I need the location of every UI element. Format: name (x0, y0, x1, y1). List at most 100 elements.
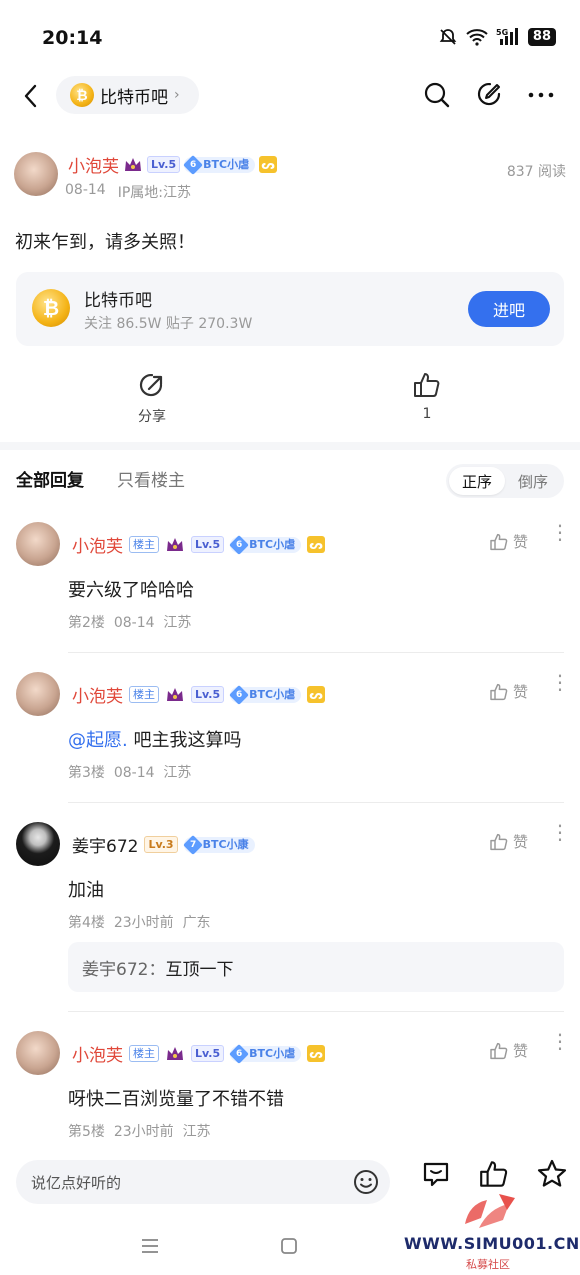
chevron-left-icon (24, 84, 37, 108)
comment-author[interactable]: 小泡芙 (72, 1041, 123, 1066)
edit-button[interactable] (474, 80, 504, 110)
title-badge: 6 BTC小虐 (229, 534, 302, 555)
comment-meta: 第2楼 08-14 江苏 (68, 615, 192, 631)
bitcoin-icon: ₿ (70, 83, 94, 107)
owner-tag: 楼主 (129, 1045, 159, 1062)
author-name[interactable]: 小泡芙 (68, 152, 119, 177)
like-button[interactable]: 1 (387, 370, 467, 422)
avatar[interactable] (16, 522, 60, 566)
share-label: 分享 (138, 409, 166, 425)
comment-author[interactable]: 小泡芙 (72, 682, 123, 707)
member-badge-icon: ᔕ (307, 686, 326, 703)
forum-pill-button[interactable]: ₿ 比特币吧 › (56, 76, 199, 114)
comment-like-button[interactable]: 赞 (489, 681, 528, 702)
more-vertical-icon[interactable]: ⋮ (550, 672, 570, 692)
emoji-icon[interactable] (352, 1168, 380, 1196)
comment-author[interactable]: 姜宇672 (72, 832, 138, 857)
comment-meta: 第3楼 08-14 江苏 (68, 765, 192, 781)
comment-input[interactable]: 说亿点好听的 (16, 1160, 390, 1204)
comment-meta: 第4楼 23小时前 广东 (68, 915, 211, 931)
svg-text:5G: 5G (496, 28, 508, 37)
search-button[interactable] (422, 80, 452, 110)
mute-bell-icon (439, 29, 457, 45)
more-vertical-icon[interactable]: ⋮ (550, 522, 570, 542)
comment-divider (68, 802, 564, 803)
menu-lines-icon[interactable] (140, 1236, 160, 1256)
tab-all-replies[interactable]: 全部回复 (16, 466, 84, 491)
join-forum-button[interactable]: 进吧 (468, 291, 550, 327)
battery-indicator: 88 (527, 28, 556, 46)
comment-text: 呀快二百浏览量了不错不错 (68, 1089, 284, 1110)
thumbs-up-icon (490, 533, 508, 550)
title-badge: 7 BTC小康 (182, 834, 255, 855)
comment-input-placeholder: 说亿点好听的 (31, 1174, 122, 1192)
sub-reply[interactable]: 姜宇672：互顶一下 (68, 942, 564, 992)
owner-tag: 楼主 (129, 536, 159, 553)
like-label: 赞 (512, 833, 528, 851)
search-icon (424, 82, 450, 108)
share-icon (139, 373, 163, 397)
sort-toggle: 正序 倒序 (446, 464, 564, 498)
like-label: 赞 (512, 1042, 528, 1060)
level-badge: Lv.5 (147, 156, 181, 173)
member-badge-icon: ᔕ (259, 156, 278, 173)
sub-reply-text: 互顶一下 (165, 960, 234, 980)
title-badge: 6 BTC小虐 (229, 1043, 302, 1064)
comment-item: 姜宇672 Lv.3 7 BTC小康 赞 ⋮ 加油 第4楼 23小时前 广东 姜宇… (0, 822, 580, 1012)
comment-like-button[interactable]: 赞 (489, 531, 528, 552)
avatar[interactable] (16, 672, 60, 716)
more-vertical-icon[interactable]: ⋮ (550, 822, 570, 842)
forum-card-name: 比特币吧 (84, 291, 152, 311)
thumbs-up-icon (490, 1042, 508, 1059)
watermark-site: WWW.SIMU001.CN (404, 1234, 580, 1253)
comment-text: @起愿. 吧主我这算吗 (68, 730, 242, 751)
avatar[interactable] (16, 822, 60, 866)
thumbs-up-icon[interactable] (478, 1158, 510, 1190)
level-badge: Lv.5 (191, 1045, 225, 1062)
avatar[interactable] (14, 152, 58, 196)
comment-text: 加油 (68, 880, 104, 901)
more-vertical-icon[interactable]: ⋮ (550, 1031, 570, 1051)
share-button[interactable]: 分享 (112, 372, 192, 426)
comment-meta: 第5楼 23小时前 江苏 (68, 1124, 211, 1140)
forum-card[interactable]: ₿ 比特币吧 关注 86.5W 贴子 270.3W 进吧 (16, 272, 564, 346)
comment-like-button[interactable]: 赞 (489, 831, 528, 852)
comment-divider (68, 652, 564, 653)
tab-owner-only[interactable]: 只看楼主 (117, 466, 185, 491)
comment-divider (68, 1011, 564, 1012)
star-icon[interactable] (536, 1158, 568, 1190)
like-label: 赞 (512, 533, 528, 551)
crown-icon (167, 687, 183, 701)
post-date: 08-14 (65, 182, 106, 198)
post-actions: 分享 1 (0, 370, 580, 430)
section-divider (0, 442, 580, 450)
thumbs-up-icon (490, 833, 508, 850)
avatar[interactable] (16, 1031, 60, 1075)
back-button[interactable] (18, 80, 46, 112)
sub-reply-author[interactable]: 姜宇672： (82, 960, 165, 980)
like-count: 1 (422, 406, 432, 422)
sort-desc-button[interactable]: 倒序 (505, 467, 561, 495)
thumbs-up-icon (490, 683, 508, 700)
member-badge-icon: ᔕ (307, 536, 326, 553)
sort-asc-button[interactable]: 正序 (449, 467, 505, 495)
title-badge: 6 BTC小虐 (229, 684, 302, 705)
level-badge: Lv.3 (144, 836, 178, 853)
owner-tag: 楼主 (129, 686, 159, 703)
mention-link[interactable]: @起愿. (68, 730, 128, 751)
watermark-sub: 私募社区 (466, 1258, 510, 1271)
forum-card-stats: 关注 86.5W 贴子 270.3W (84, 316, 253, 332)
comment-like-button[interactable]: 赞 (489, 1040, 528, 1061)
more-button[interactable] (526, 80, 556, 110)
signal-icon: 5G (496, 28, 518, 45)
comment-author[interactable]: 小泡芙 (72, 532, 123, 557)
title-badge: 6 BTC小虐 (183, 154, 256, 175)
status-bar: 20:14 5G 88 (0, 0, 580, 72)
watermark-logo-icon (465, 1194, 515, 1228)
reply-tabs: 全部回复 只看楼主 正序 倒序 (0, 460, 580, 500)
wifi-icon (466, 29, 488, 46)
member-badge-icon: ᔕ (307, 1045, 326, 1062)
read-count: 837 阅读 (506, 164, 566, 180)
comment-bubble-icon[interactable] (420, 1158, 452, 1190)
home-square-icon[interactable] (279, 1236, 299, 1256)
